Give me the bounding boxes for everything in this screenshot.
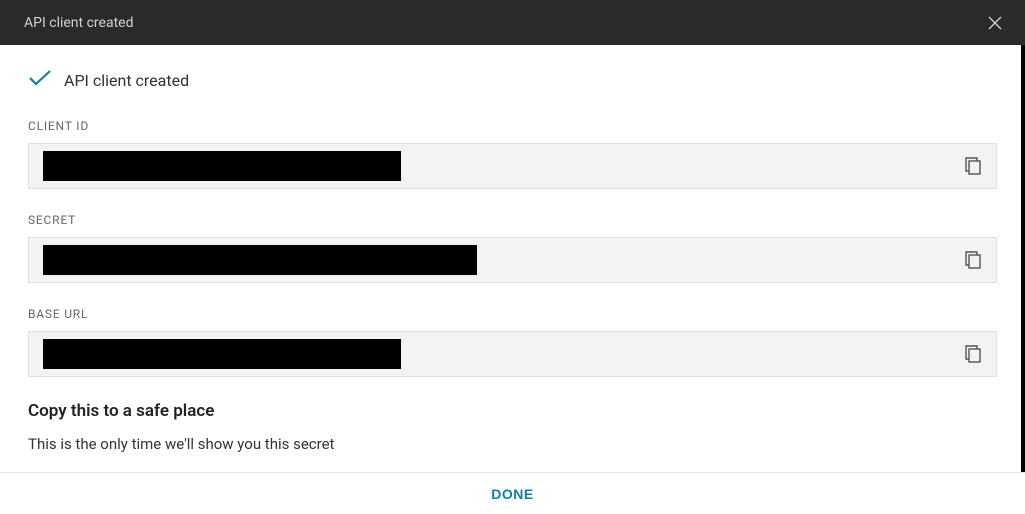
base-url-field [28,331,997,377]
status-text: API client created [64,71,189,90]
client-id-value-redacted [43,151,401,181]
info-text: This is the only time we'll show you thi… [28,435,997,453]
client-id-label: CLIENT ID [28,119,997,133]
copy-icon [964,344,982,364]
copy-icon [964,156,982,176]
copy-secret-button[interactable] [964,250,982,270]
done-button[interactable]: DONE [491,486,533,502]
client-id-field [28,143,997,189]
copy-client-id-button[interactable] [964,156,982,176]
titlebar: API client created [0,0,1025,45]
info-heading: Copy this to a safe place [28,401,997,421]
secret-value-redacted [43,245,477,275]
right-border [1021,45,1025,472]
secret-label: SECRET [28,213,997,227]
check-icon [28,69,52,91]
secret-field [28,237,997,283]
close-button[interactable] [985,13,1005,33]
base-url-label: BASE URL [28,307,997,321]
status-row: API client created [28,69,997,91]
base-url-value-redacted [43,339,401,369]
dialog-title: API client created [24,15,133,31]
close-icon [987,15,1003,31]
footer: DONE [0,472,1025,514]
dialog-content: API client created CLIENT ID SECRET BASE… [0,45,1025,453]
copy-base-url-button[interactable] [964,344,982,364]
copy-icon [964,250,982,270]
